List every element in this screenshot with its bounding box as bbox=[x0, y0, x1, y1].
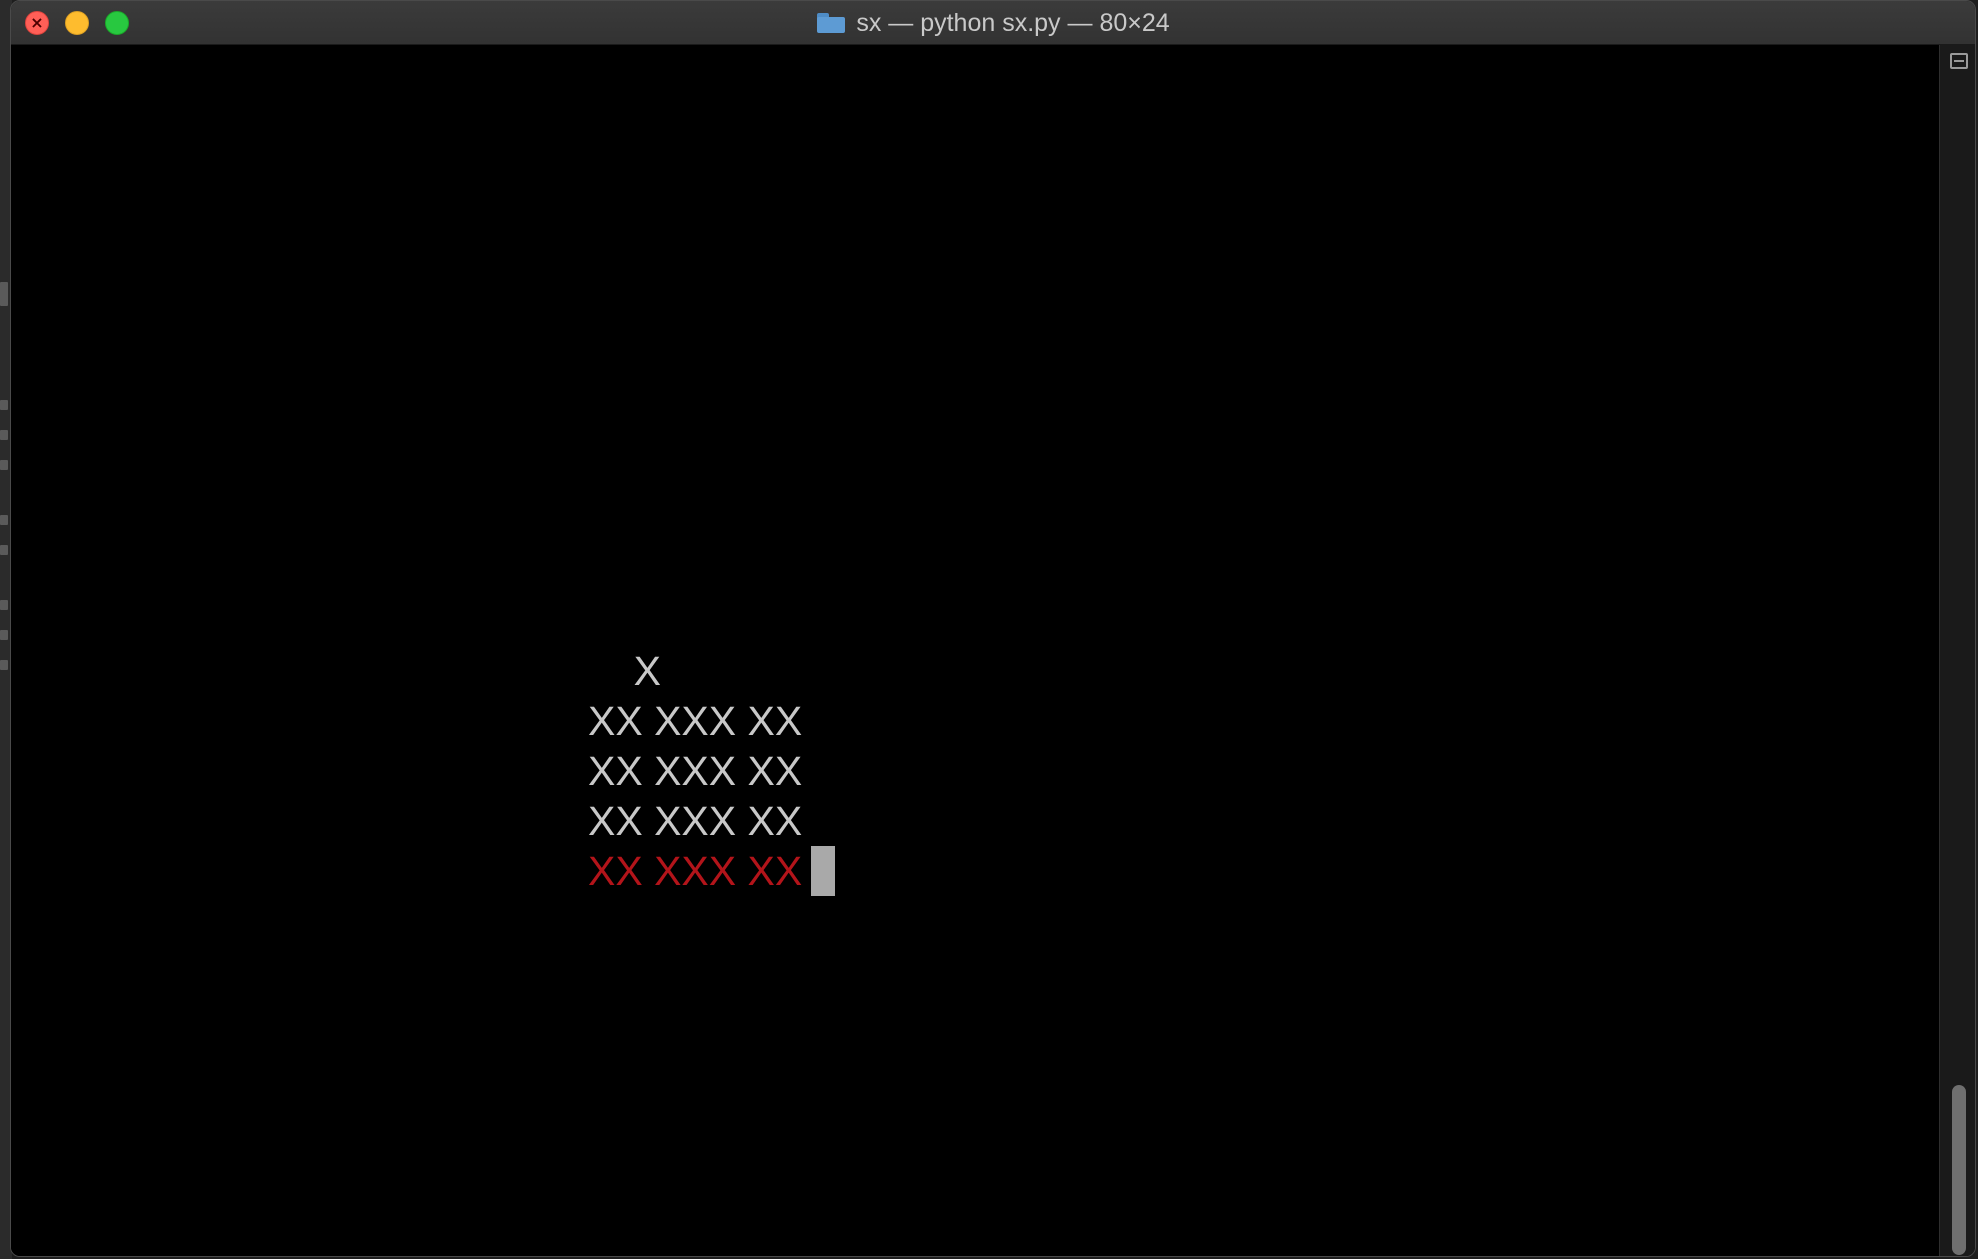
window-title: sx — python sx.py — 80×24 bbox=[856, 8, 1170, 37]
terminal-line: X bbox=[588, 648, 661, 694]
background-window-fragment bbox=[0, 430, 8, 440]
background-window-fragment bbox=[0, 460, 8, 470]
background-window-fragment bbox=[0, 600, 8, 610]
folder-icon bbox=[816, 12, 846, 34]
terminal-line: XX XXX XX bbox=[588, 798, 803, 844]
background-window-fragment bbox=[0, 660, 8, 670]
text-cursor bbox=[811, 846, 835, 896]
terminal-line: XX XXX XX bbox=[588, 748, 803, 794]
background-window-fragment bbox=[0, 515, 8, 525]
background-window-fragment bbox=[0, 400, 8, 410]
background-window-fragment bbox=[0, 545, 8, 555]
background-window-fragment bbox=[0, 282, 8, 306]
split-pane-icon[interactable] bbox=[1950, 53, 1968, 69]
title-group: sx — python sx.py — 80×24 bbox=[11, 1, 1975, 45]
terminal-output[interactable]: X XX XXX XX XX XXX XX XX XXX XX XX XXX X… bbox=[11, 45, 1939, 1256]
scrollbar[interactable] bbox=[1939, 45, 1975, 1256]
scroll-thumb[interactable] bbox=[1952, 1085, 1966, 1255]
background-window-fragment bbox=[0, 630, 8, 640]
terminal-window: × sx — python sx.py — 80×24 X XX XXX XX … bbox=[10, 0, 1976, 1257]
terminal-line-highlighted: XX XXX XX bbox=[588, 848, 803, 894]
terminal-line: XX XXX XX bbox=[588, 698, 803, 744]
title-bar[interactable]: × sx — python sx.py — 80×24 bbox=[11, 1, 1975, 45]
